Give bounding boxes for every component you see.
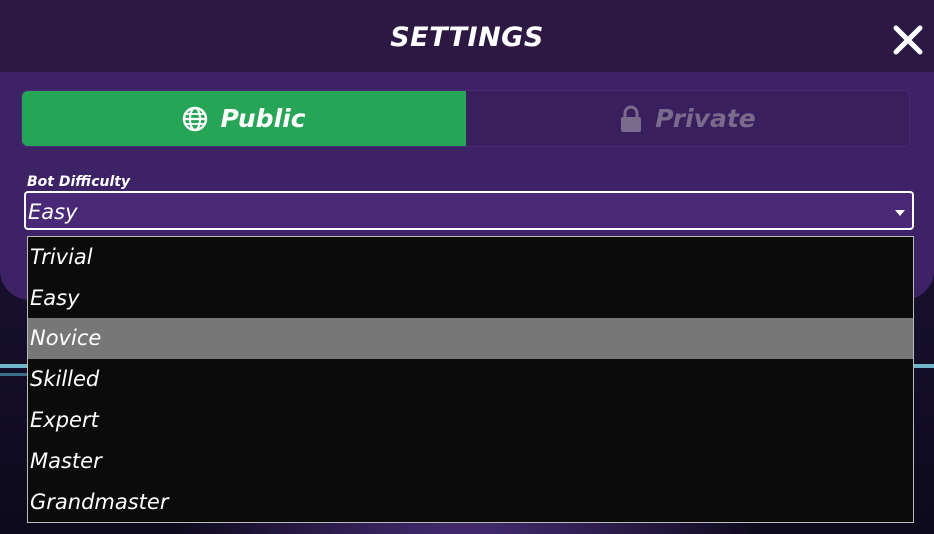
option-label: Expert <box>30 408 99 432</box>
dropdown-option-easy[interactable]: Easy <box>28 278 913 319</box>
dropdown-option-skilled[interactable]: Skilled <box>28 359 913 400</box>
option-label: Trivial <box>30 245 93 269</box>
bot-difficulty-select[interactable]: Easy <box>24 191 914 230</box>
modal-header: SETTINGS <box>0 0 934 72</box>
dropdown-option-expert[interactable]: Expert <box>28 400 913 441</box>
lock-icon <box>621 105 642 132</box>
dropdown-option-novice[interactable]: Novice <box>28 318 913 359</box>
dropdown-option-master[interactable]: Master <box>28 441 913 482</box>
globe-icon <box>183 106 208 131</box>
dropdown-option-trivial[interactable]: Trivial <box>28 237 913 278</box>
option-label: Master <box>30 449 102 473</box>
close-icon <box>893 25 923 55</box>
background-decoration <box>0 364 28 368</box>
chevron-down-icon <box>895 210 905 216</box>
bot-difficulty-dropdown: Trivial Easy Novice Skilled Expert Maste… <box>27 236 914 523</box>
tab-public[interactable]: Public <box>22 91 466 146</box>
bot-difficulty-label: Bot Difficulty <box>27 174 131 190</box>
option-label: Easy <box>30 286 80 310</box>
option-label: Skilled <box>30 367 100 391</box>
option-label: Grandmaster <box>30 490 169 514</box>
tab-public-label: Public <box>220 104 306 133</box>
background-decoration <box>914 364 934 368</box>
close-button[interactable] <box>888 20 928 60</box>
tab-private-label: Private <box>655 104 756 133</box>
background-decoration <box>0 373 28 376</box>
dropdown-option-grandmaster[interactable]: Grandmaster <box>28 482 913 523</box>
option-label: Novice <box>30 326 102 350</box>
bot-difficulty-value: Easy <box>28 200 78 224</box>
modal-title: SETTINGS <box>390 22 544 53</box>
visibility-tabs: Public Private <box>21 90 910 147</box>
tab-private[interactable]: Private <box>466 91 909 146</box>
